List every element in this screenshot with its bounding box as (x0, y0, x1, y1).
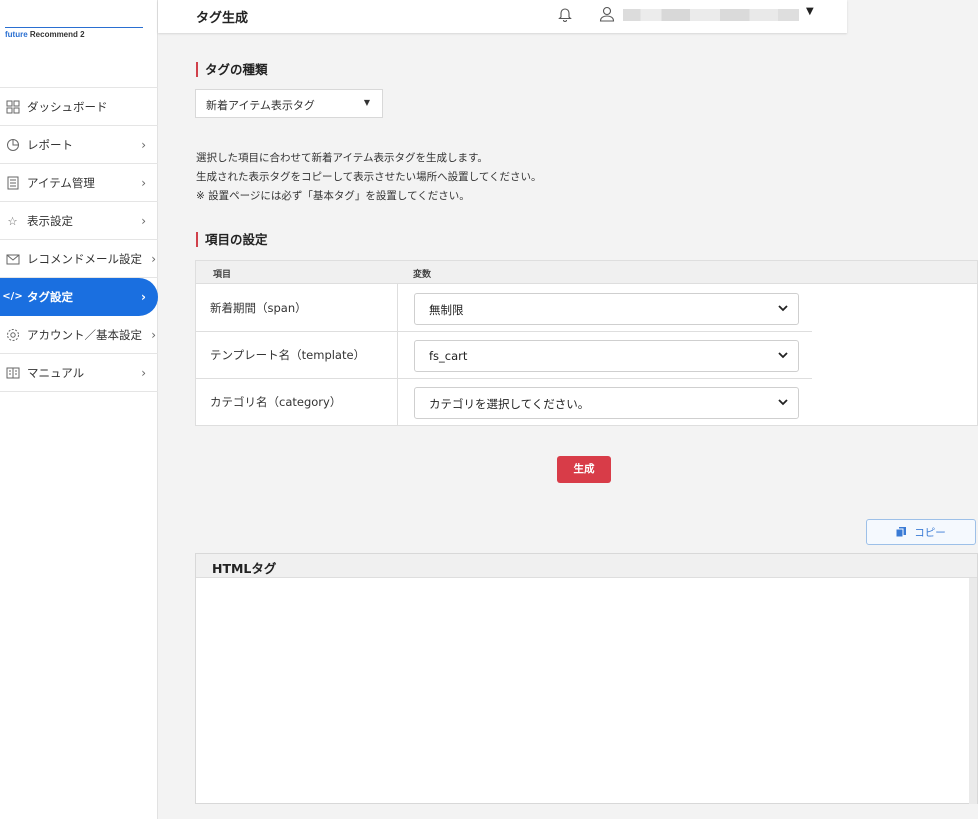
sidebar-item-mail[interactable]: レコメンドメール設定 › (0, 240, 158, 278)
sidebar-item-dashboard[interactable]: ダッシュボード (0, 88, 158, 126)
table-row: テンプレート名（template） fs_cart (196, 332, 977, 379)
chevron-right-icon: › (141, 365, 146, 380)
bell-icon[interactable] (556, 5, 574, 23)
scrollbar[interactable] (969, 578, 977, 804)
settings-title: 項目の設定 (196, 232, 268, 247)
table-row: 新着期間（span） 無制限 (196, 285, 977, 332)
mail-icon (4, 250, 21, 267)
chevron-down-icon (778, 399, 788, 406)
sidebar-item-tag-settings[interactable]: </> タグ設定 › (0, 278, 158, 316)
sidebar-item-label: アカウント／基本設定 (27, 327, 142, 342)
sidebar-item-label: 表示設定 (27, 213, 73, 228)
user-name-redacted[interactable] (623, 9, 799, 21)
caret-down-icon[interactable]: ▼ (806, 6, 814, 17)
chevron-right-icon: › (151, 327, 156, 342)
sidebar-nav: ダッシュボード レポート › アイテム管理 › ☆ 表示設定 › レコメンドメー… (0, 87, 158, 392)
page-title: タグ生成 (196, 11, 249, 26)
sidebar: future Recommend 2 ダッシュボード レポート › アイテム管理… (0, 0, 158, 819)
sidebar-item-items[interactable]: アイテム管理 › (0, 164, 158, 202)
code-icon: </> (2, 291, 23, 302)
gear-icon (4, 326, 21, 343)
sidebar-item-label: ダッシュボード (27, 99, 108, 114)
span-select[interactable]: 無制限 (414, 293, 799, 325)
copy-button[interactable]: コピー (866, 519, 976, 545)
table-row: カテゴリ名（category） カテゴリを選択してください。 (196, 379, 977, 426)
user-icon[interactable] (598, 5, 616, 23)
description: 選択した項目に合わせて新着アイテム表示タグを生成します。 生成された表示タグをコ… (196, 152, 542, 202)
top-header: タグ生成 ▼ (158, 0, 847, 33)
chevron-right-icon: › (151, 251, 156, 266)
sidebar-item-label: アイテム管理 (27, 175, 95, 190)
table-header: 項目 変数 (196, 261, 977, 284)
report-icon (4, 136, 21, 153)
chevron-right-icon: › (141, 213, 146, 228)
chevron-right-icon: › (141, 289, 146, 304)
chevron-right-icon: › (141, 137, 146, 152)
generate-button[interactable]: 生成 (557, 456, 611, 483)
caret-down-icon: ▼ (363, 98, 370, 107)
sidebar-item-report[interactable]: レポート › (0, 126, 158, 164)
category-select[interactable]: カテゴリを選択してください。 (414, 387, 799, 419)
html-tag-title: HTMLタグ (196, 554, 977, 578)
sidebar-item-label: マニュアル (27, 365, 85, 380)
book-icon (4, 364, 21, 381)
dashboard-icon (4, 98, 21, 115)
logo[interactable]: future Recommend 2 (5, 27, 143, 39)
item-icon (4, 174, 21, 191)
sidebar-item-manual[interactable]: マニュアル › (0, 354, 158, 392)
html-tag-box: HTMLタグ (195, 553, 978, 804)
template-select[interactable]: fs_cart (414, 340, 799, 372)
copy-icon (896, 527, 907, 537)
settings-table: 項目 変数 新着期間（span） 無制限 テンプレート名（template） f… (195, 260, 978, 426)
sidebar-item-display[interactable]: ☆ 表示設定 › (0, 202, 158, 240)
sidebar-item-label: レコメンドメール設定 (27, 251, 142, 266)
sidebar-item-account[interactable]: アカウント／基本設定 › (0, 316, 158, 354)
chevron-down-icon (778, 305, 788, 312)
star-icon: ☆ (7, 213, 18, 228)
tag-type-title: タグの種類 (196, 62, 268, 77)
sidebar-item-label: タグ設定 (27, 289, 73, 304)
chevron-right-icon: › (141, 175, 146, 190)
sidebar-item-label: レポート (27, 137, 73, 152)
tag-type-select[interactable]: 新着アイテム表示タグ ▼ (195, 89, 383, 118)
chevron-down-icon (778, 352, 788, 359)
